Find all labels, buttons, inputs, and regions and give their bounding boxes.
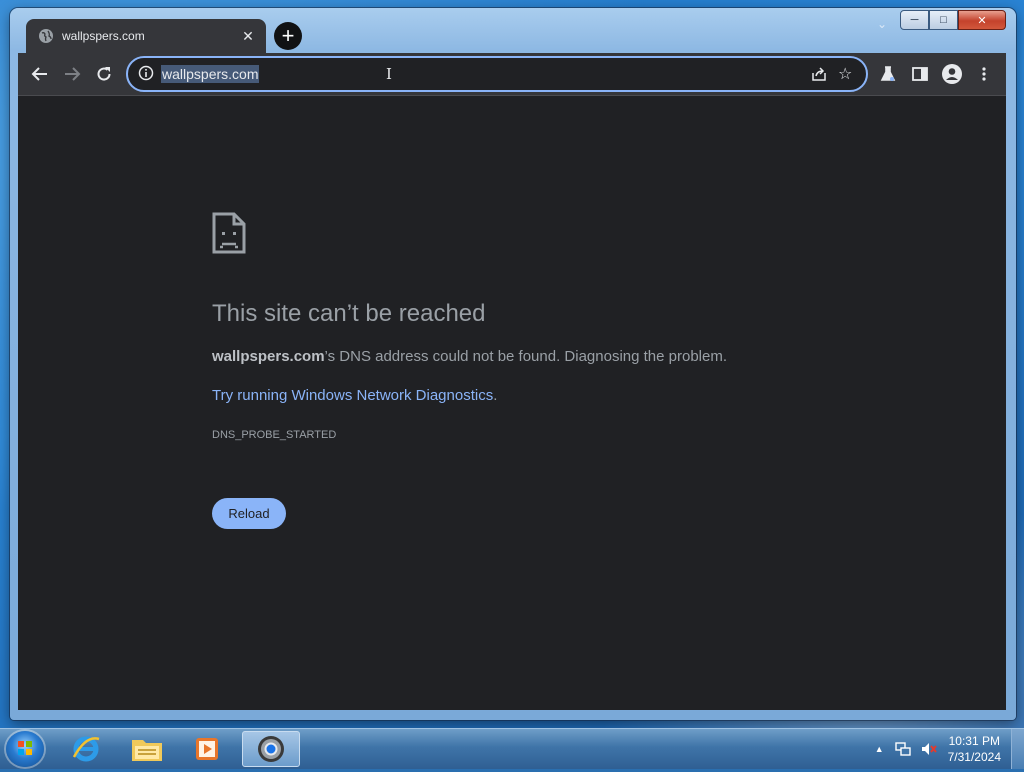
network-icon[interactable] — [894, 740, 912, 758]
link-suffix: . — [493, 387, 498, 404]
clock-date: 7/31/2024 — [947, 750, 1001, 764]
side-panel-icon — [912, 67, 928, 81]
menu-button[interactable] — [972, 62, 996, 86]
text-cursor-icon: I — [386, 65, 392, 83]
new-tab-button[interactable]: + — [274, 22, 302, 50]
media-player-icon — [196, 738, 218, 760]
error-message: wallpspers.com’s DNS address could not b… — [212, 348, 727, 365]
clock-time: 10:31 PM — [948, 734, 1000, 748]
flask-icon — [880, 66, 896, 81]
diagnostics-suggestion: Try running Windows Network Diagnostics. — [212, 387, 497, 404]
file-explorer-icon — [132, 740, 162, 761]
forward-button[interactable] — [60, 62, 84, 86]
reload-button[interactable]: Reload — [212, 498, 286, 529]
taskbar-chrome[interactable] — [242, 731, 300, 767]
address-bar[interactable]: wallpspers.com I ☆ — [126, 56, 868, 92]
windows-logo-icon — [18, 741, 32, 755]
taskbar-media-player[interactable] — [181, 731, 233, 767]
back-button[interactable] — [28, 62, 52, 86]
window-controls: ─ □ ✕ — [900, 10, 1006, 30]
minimize-button[interactable]: ─ — [900, 10, 929, 30]
maximize-button[interactable]: □ — [929, 10, 958, 30]
share-icon[interactable] — [810, 65, 828, 83]
error-title: This site can’t be reached — [212, 300, 486, 327]
forward-arrow-icon — [65, 67, 81, 81]
profile-button[interactable] — [940, 62, 964, 86]
globe-icon — [39, 29, 53, 43]
refresh-button[interactable] — [92, 62, 116, 86]
show-hidden-icons-icon[interactable]: ▲ — [875, 744, 884, 754]
network-diagnostics-link[interactable]: Try running Windows Network Diagnostics — [212, 387, 493, 404]
site-info-icon[interactable] — [138, 65, 154, 81]
start-button[interactable] — [6, 731, 44, 767]
error-host: wallpspers.com — [212, 348, 325, 365]
taskbar-internet-explorer[interactable] — [60, 731, 112, 767]
kebab-menu-icon — [982, 67, 986, 81]
show-desktop-button[interactable] — [1011, 729, 1024, 769]
clock[interactable]: 10:31 PM 7/31/2024 — [948, 733, 1001, 765]
chrome-icon — [258, 736, 284, 762]
close-window-button[interactable]: ✕ — [958, 10, 1006, 30]
bookmark-star-icon[interactable]: ☆ — [838, 64, 856, 83]
tab-wallpspers[interactable]: wallpspers.com ✕ — [26, 19, 266, 53]
browser-toolbar: wallpspers.com I ☆ — [18, 53, 1006, 96]
side-panel-button[interactable] — [908, 62, 932, 86]
profile-avatar-icon — [942, 64, 962, 84]
taskbar: ▲ 10:31 PM 7/31/2024 — [0, 728, 1024, 769]
refresh-icon — [97, 67, 111, 81]
internet-explorer-icon — [72, 736, 100, 762]
error-message-text: ’s DNS address could not be found. Diagn… — [324, 348, 728, 365]
taskbar-file-explorer[interactable] — [121, 731, 173, 767]
labs-button[interactable] — [876, 62, 900, 86]
error-code: DNS_PROBE_STARTED — [212, 429, 337, 441]
sad-page-icon — [212, 212, 246, 254]
system-tray: ▲ 10:31 PM 7/31/2024 — [875, 729, 1024, 769]
tab-title: wallpspers.com — [62, 29, 145, 43]
tab-close-icon[interactable]: ✕ — [240, 28, 256, 45]
back-arrow-icon — [31, 67, 47, 81]
tab-search-icon[interactable]: ⌄ — [874, 16, 890, 32]
volume-muted-icon[interactable] — [920, 740, 938, 758]
error-page: This site can’t be reached wallpspers.co… — [18, 96, 1006, 710]
url-text[interactable]: wallpspers.com — [161, 65, 260, 83]
